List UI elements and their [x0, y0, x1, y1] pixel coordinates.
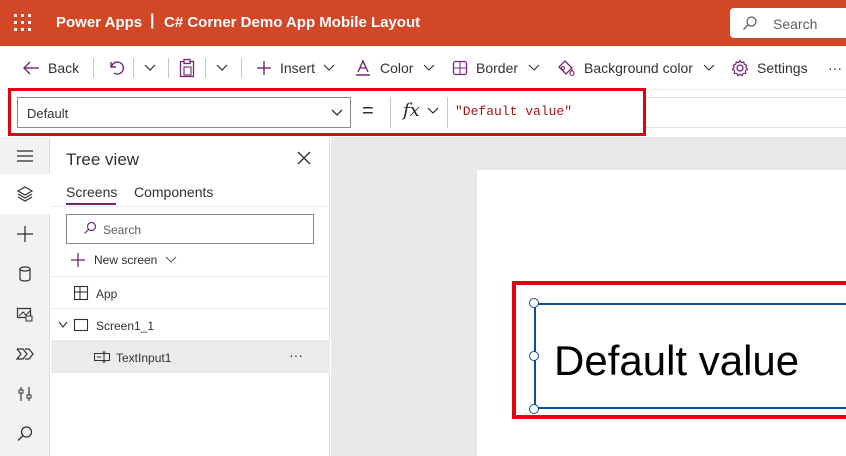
- back-label: Back: [48, 60, 80, 76]
- tree-view-title: Tree view: [66, 150, 140, 169]
- resize-handle[interactable]: [529, 351, 539, 361]
- paste-dropdown[interactable]: [215, 46, 229, 90]
- tree-item-label: App: [96, 287, 118, 301]
- rail-power-automate[interactable]: [0, 334, 50, 374]
- layers-icon: [16, 186, 34, 202]
- app-launcher-icon[interactable]: [14, 14, 32, 32]
- power-automate-icon: [16, 348, 34, 360]
- divider: [168, 58, 169, 78]
- color-button[interactable]: Color: [354, 46, 435, 90]
- paint-bucket-icon: [558, 60, 575, 77]
- app-header: Power Apps | C# Corner Demo App Mobile L…: [0, 0, 846, 46]
- tab-screens[interactable]: Screens: [66, 184, 117, 200]
- font-color-icon: [356, 59, 370, 76]
- global-search[interactable]: Search: [730, 8, 846, 38]
- screen-icon: [73, 318, 89, 332]
- rail-tree-view[interactable]: [0, 174, 50, 214]
- search-icon: [17, 426, 33, 441]
- chevron-down-icon[interactable]: [58, 321, 68, 329]
- text-input-icon: [94, 351, 110, 363]
- chevron-down-icon: [165, 256, 177, 263]
- tools-icon: [18, 387, 32, 401]
- text-input-value: Default value: [554, 337, 800, 384]
- paste-button[interactable]: [178, 46, 196, 90]
- hamburger-icon: [17, 150, 33, 162]
- divider: [93, 58, 94, 78]
- text-input-control[interactable]: Default value: [534, 303, 846, 409]
- divider: [241, 58, 242, 78]
- database-icon: [19, 266, 31, 282]
- resize-handle[interactable]: [529, 404, 539, 414]
- new-screen-label: New screen: [94, 253, 158, 267]
- close-icon[interactable]: [297, 151, 311, 165]
- tree-search-placeholder: Search: [103, 223, 142, 237]
- tree-item-textinput[interactable]: TextInput1 ···: [51, 341, 330, 373]
- rail-menu[interactable]: [0, 137, 50, 177]
- chevron-down-icon: [216, 64, 228, 71]
- app-icon: [73, 285, 89, 301]
- border-label: Border: [476, 60, 519, 76]
- formula-input-area[interactable]: [645, 97, 846, 128]
- back-arrow-icon: [23, 61, 39, 75]
- tree-item-label: TextInput1: [116, 351, 172, 365]
- plus-icon: [71, 253, 85, 267]
- undo-icon: [110, 61, 125, 75]
- rail-search[interactable]: [0, 414, 50, 454]
- divider: [205, 58, 206, 78]
- tree-search-input[interactable]: Search: [66, 214, 314, 244]
- tab-components[interactable]: Components: [134, 184, 213, 200]
- settings-label: Settings: [757, 60, 808, 76]
- undo-button[interactable]: [107, 46, 125, 90]
- background-color-label: Background color: [584, 60, 693, 76]
- tree-item-screen[interactable]: Screen1_1: [51, 309, 330, 341]
- rail-media[interactable]: [0, 294, 50, 334]
- more-options-icon[interactable]: ···: [289, 347, 303, 363]
- app-title: C# Corner Demo App Mobile Layout: [164, 14, 421, 31]
- clipboard-icon: [179, 58, 195, 78]
- left-rail: [0, 137, 50, 456]
- more-commands-label: ···: [828, 60, 842, 76]
- plus-icon: [17, 226, 33, 242]
- border-icon: [452, 60, 468, 76]
- tree-item-label: Screen1_1: [96, 319, 155, 333]
- tree-view-panel: Tree view Screens Components Search New …: [51, 137, 330, 456]
- undo-dropdown[interactable]: [143, 46, 157, 90]
- gear-icon: [731, 59, 749, 77]
- divider: [133, 58, 134, 78]
- border-button[interactable]: Border: [452, 46, 540, 90]
- chevron-down-icon: [144, 64, 156, 71]
- rail-advanced-tools[interactable]: [0, 374, 50, 414]
- background-color-button[interactable]: Background color: [556, 46, 715, 90]
- rail-data[interactable]: [0, 254, 50, 294]
- resize-handle[interactable]: [529, 298, 539, 308]
- media-icon: [16, 307, 33, 322]
- product-name: Power Apps: [56, 14, 143, 31]
- insert-button[interactable]: Insert: [256, 46, 335, 90]
- tree-item-app[interactable]: App: [51, 277, 330, 309]
- search-icon: [84, 221, 97, 234]
- search-icon: [743, 16, 757, 30]
- active-tab-indicator: [66, 203, 116, 205]
- plus-icon: [257, 61, 271, 75]
- color-label: Color: [380, 60, 414, 76]
- chevron-down-icon: [323, 64, 335, 71]
- tabs-divider: [51, 206, 330, 207]
- insert-label: Insert: [280, 60, 316, 76]
- more-commands-button[interactable]: ···: [828, 46, 842, 90]
- rail-insert[interactable]: [0, 214, 50, 254]
- back-button[interactable]: Back: [22, 46, 79, 90]
- search-label: Search: [773, 16, 818, 32]
- command-bar: Back Insert Color Border Background colo…: [0, 46, 846, 90]
- settings-button[interactable]: Settings: [731, 46, 808, 90]
- highlight-box-formula: [8, 88, 646, 136]
- new-screen-button[interactable]: New screen: [70, 252, 177, 268]
- chevron-down-icon: [424, 64, 435, 71]
- chevron-down-icon: [528, 64, 540, 71]
- title-separator: |: [150, 12, 155, 29]
- chevron-down-icon: [703, 64, 715, 71]
